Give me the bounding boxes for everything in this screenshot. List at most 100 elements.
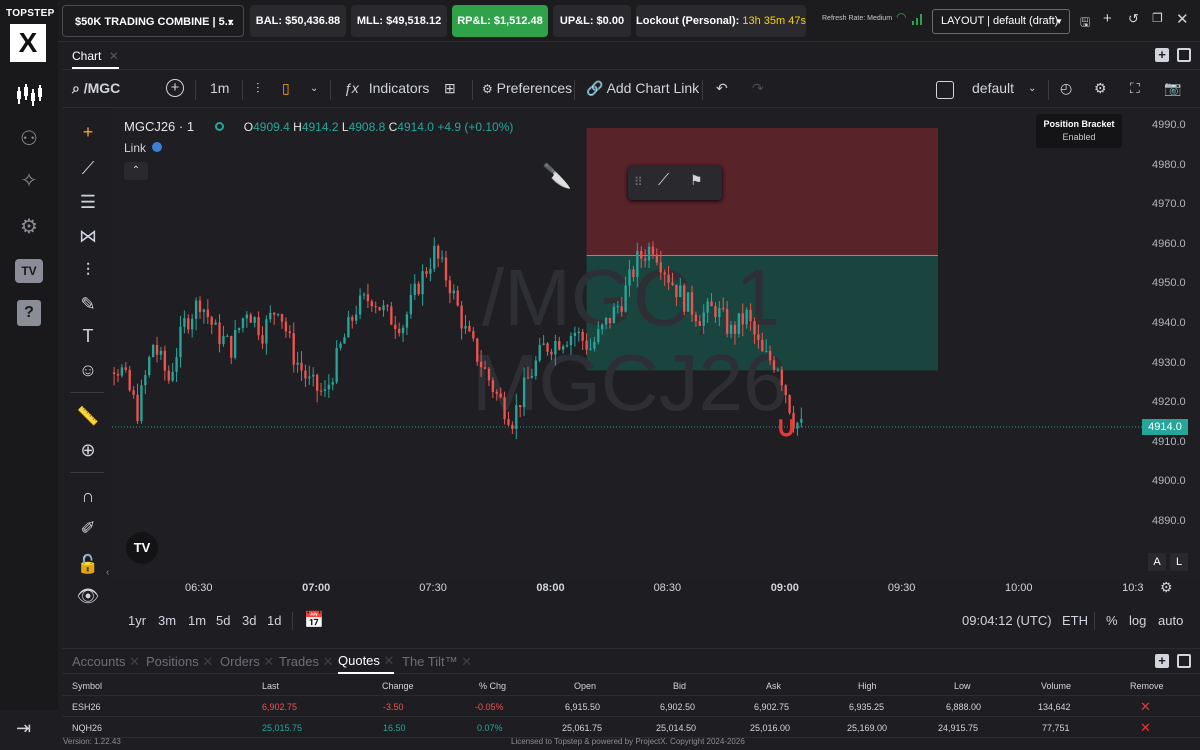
session-toggle[interactable]: ETH <box>1062 613 1088 628</box>
tradingview-logo[interactable]: TV <box>126 532 158 564</box>
range-3d[interactable]: 3d <box>242 613 256 628</box>
interval-selector[interactable]: 1m <box>210 80 229 96</box>
close-icon[interactable]: ✕ <box>263 654 274 669</box>
preferences-button[interactable]: ⚙ Preferences <box>482 80 572 96</box>
settings-icon[interactable]: ⚙ <box>14 212 44 242</box>
community-icon[interactable]: ⚇ <box>14 124 44 154</box>
col-open[interactable]: Open <box>574 681 596 691</box>
tab-accounts[interactable]: Accounts ✕ <box>72 654 140 670</box>
lock-drawing-icon[interactable]: ✐ <box>76 516 100 540</box>
add-panel-icon[interactable]: + <box>1155 654 1169 668</box>
col-high[interactable]: High <box>858 681 877 691</box>
flag-tool-icon[interactable]: ⚑ <box>690 172 703 189</box>
analytics-icon[interactable]: ✧ <box>14 166 44 196</box>
log-scale-l-button[interactable]: L <box>1170 553 1188 571</box>
chevron-down-icon[interactable]: ⌄ <box>310 83 318 94</box>
emoji-icon[interactable]: ☺ <box>76 358 100 382</box>
undo-icon[interactable]: ↺ <box>1128 11 1139 27</box>
tradingview-icon[interactable]: TV <box>14 256 44 286</box>
price-axis[interactable]: 4990.0 4980.0 4970.0 4960.0 4950.0 4940.0 4930… <box>1142 110 1200 580</box>
chart-pane[interactable]: /MGC, 1 MGCJ26 MGCJ26 · 1 O4909.4 H4914.… <box>106 110 1142 580</box>
col-remove[interactable]: Remove <box>1130 681 1164 691</box>
range-5d[interactable]: 5d <box>216 613 230 628</box>
range-3m[interactable]: 3m <box>158 613 176 628</box>
trendline-icon[interactable]: ⟋ <box>658 172 669 190</box>
account-selector[interactable]: $50K TRADING COMBINE | 5... ▼ <box>62 5 244 37</box>
indicators-button[interactable]: ƒx Indicators <box>344 80 429 96</box>
maximize-panel-icon[interactable] <box>1177 48 1191 62</box>
close-icon[interactable]: ✕ <box>323 654 334 669</box>
col-volume[interactable]: Volume <box>1041 681 1071 691</box>
close-icon[interactable]: ✕ <box>129 654 140 669</box>
candle-type-icon[interactable]: ▯ <box>282 80 290 97</box>
replay-icon[interactable]: ◴ <box>1060 80 1072 97</box>
axis-settings-icon[interactable]: ⚙ <box>1160 579 1173 596</box>
templates-grid-icon[interactable]: ⊞ <box>444 80 456 97</box>
maximize-panel-icon[interactable] <box>1177 654 1191 668</box>
help-icon[interactable]: ? <box>14 298 44 328</box>
crosshair-icon[interactable]: + <box>76 120 100 144</box>
close-icon[interactable]: ✕ <box>1176 10 1189 28</box>
tab-quotes[interactable]: Quotes ✕ <box>338 653 395 674</box>
restore-window-icon[interactable]: ❐ <box>1152 11 1163 25</box>
col-last[interactable]: Last <box>262 681 279 691</box>
remove-row-icon[interactable]: ✕ <box>1140 699 1151 715</box>
layout-checkbox[interactable] <box>936 81 954 99</box>
chevron-down-icon[interactable]: ⌄ <box>1028 83 1036 94</box>
layout-selector[interactable]: LAYOUT | default (draft) ▼ <box>932 9 1070 34</box>
col-low[interactable]: Low <box>954 681 971 691</box>
scroll-left-arrow[interactable]: ‹ <box>106 567 109 578</box>
tab-chart[interactable]: Chart ✕ <box>72 49 119 69</box>
bar-type-icon[interactable]: ⫶ <box>256 80 260 97</box>
fullscreen-icon[interactable]: ⛶ <box>1130 80 1140 97</box>
col-ask[interactable]: Ask <box>766 681 781 691</box>
auto-scale-toggle[interactable]: auto <box>1158 613 1183 628</box>
col-pct-change[interactable]: % Chg <box>479 681 506 691</box>
drag-handle-icon[interactable]: ⠿ <box>634 175 643 189</box>
undo-icon[interactable]: ↶ <box>716 80 728 97</box>
tab-the-tilt[interactable]: The Tilt™ ✕ <box>402 654 472 670</box>
chart-candles-icon[interactable] <box>14 82 44 112</box>
close-icon[interactable]: ✕ <box>384 653 395 668</box>
col-change[interactable]: Change <box>382 681 414 691</box>
text-icon[interactable]: T <box>76 324 100 348</box>
redo-icon[interactable]: ↷ <box>752 80 764 97</box>
range-1d[interactable]: 1d <box>267 613 281 628</box>
trendline-icon[interactable]: ⟋ <box>76 156 100 180</box>
layout-name[interactable]: default <box>972 80 1014 96</box>
brush-icon[interactable]: ✎ <box>76 292 100 316</box>
tab-trades[interactable]: Trades ✕ <box>279 654 334 670</box>
close-icon[interactable]: ✕ <box>202 654 213 669</box>
add-panel-icon[interactable]: + <box>1155 48 1169 62</box>
col-bid[interactable]: Bid <box>673 681 686 691</box>
pattern-icon[interactable]: ⋈ <box>76 224 100 248</box>
tab-positions[interactable]: Positions ✕ <box>146 654 213 670</box>
range-1yr[interactable]: 1yr <box>128 613 146 628</box>
link-legend[interactable]: Link <box>124 141 163 155</box>
col-symbol[interactable]: Symbol <box>72 681 102 691</box>
tab-orders[interactable]: Orders ✕ <box>220 654 274 670</box>
table-row[interactable]: NQH26 25,015.75 16.50 0.07% 25,061.75 25… <box>62 718 1200 738</box>
remove-row-icon[interactable]: ✕ <box>1140 720 1151 736</box>
magnet-icon[interactable]: ∩ <box>76 484 100 508</box>
add-icon[interactable]: + <box>1103 10 1112 27</box>
lock-icon[interactable]: 🔓 <box>76 552 100 576</box>
eye-icon[interactable]: 👁 <box>76 584 100 608</box>
auto-scale-a-button[interactable]: A <box>1148 553 1166 571</box>
chart-settings-icon[interactable]: ⚙ <box>1094 80 1107 97</box>
close-icon[interactable]: ✕ <box>109 49 119 63</box>
fib-retracement-icon[interactable]: ☰ <box>76 190 100 214</box>
clock-time[interactable]: 09:04:12 (UTC) <box>962 613 1052 628</box>
compare-add-icon[interactable]: + <box>166 79 184 97</box>
go-to-date-icon[interactable]: 📅 <box>304 610 324 630</box>
zoom-icon[interactable]: ⊕ <box>76 438 100 462</box>
save-icon[interactable]: 🖫 <box>1080 13 1090 34</box>
ruler-icon[interactable]: 📏 <box>76 404 100 428</box>
symbol-search[interactable]: ⌕ /MGC <box>72 80 120 97</box>
table-row[interactable]: ESH26 6,902.75 -3.50 -0.05% 6,915.50 6,9… <box>62 697 1200 717</box>
range-1m[interactable]: 1m <box>188 613 206 628</box>
chart-canvas[interactable]: /MGC, 1 MGCJ26 <box>112 110 1142 580</box>
camera-icon[interactable]: 📷 <box>1164 80 1181 97</box>
log-scale-toggle[interactable]: log <box>1129 613 1146 628</box>
prediction-icon[interactable]: ⫶ <box>76 258 100 282</box>
